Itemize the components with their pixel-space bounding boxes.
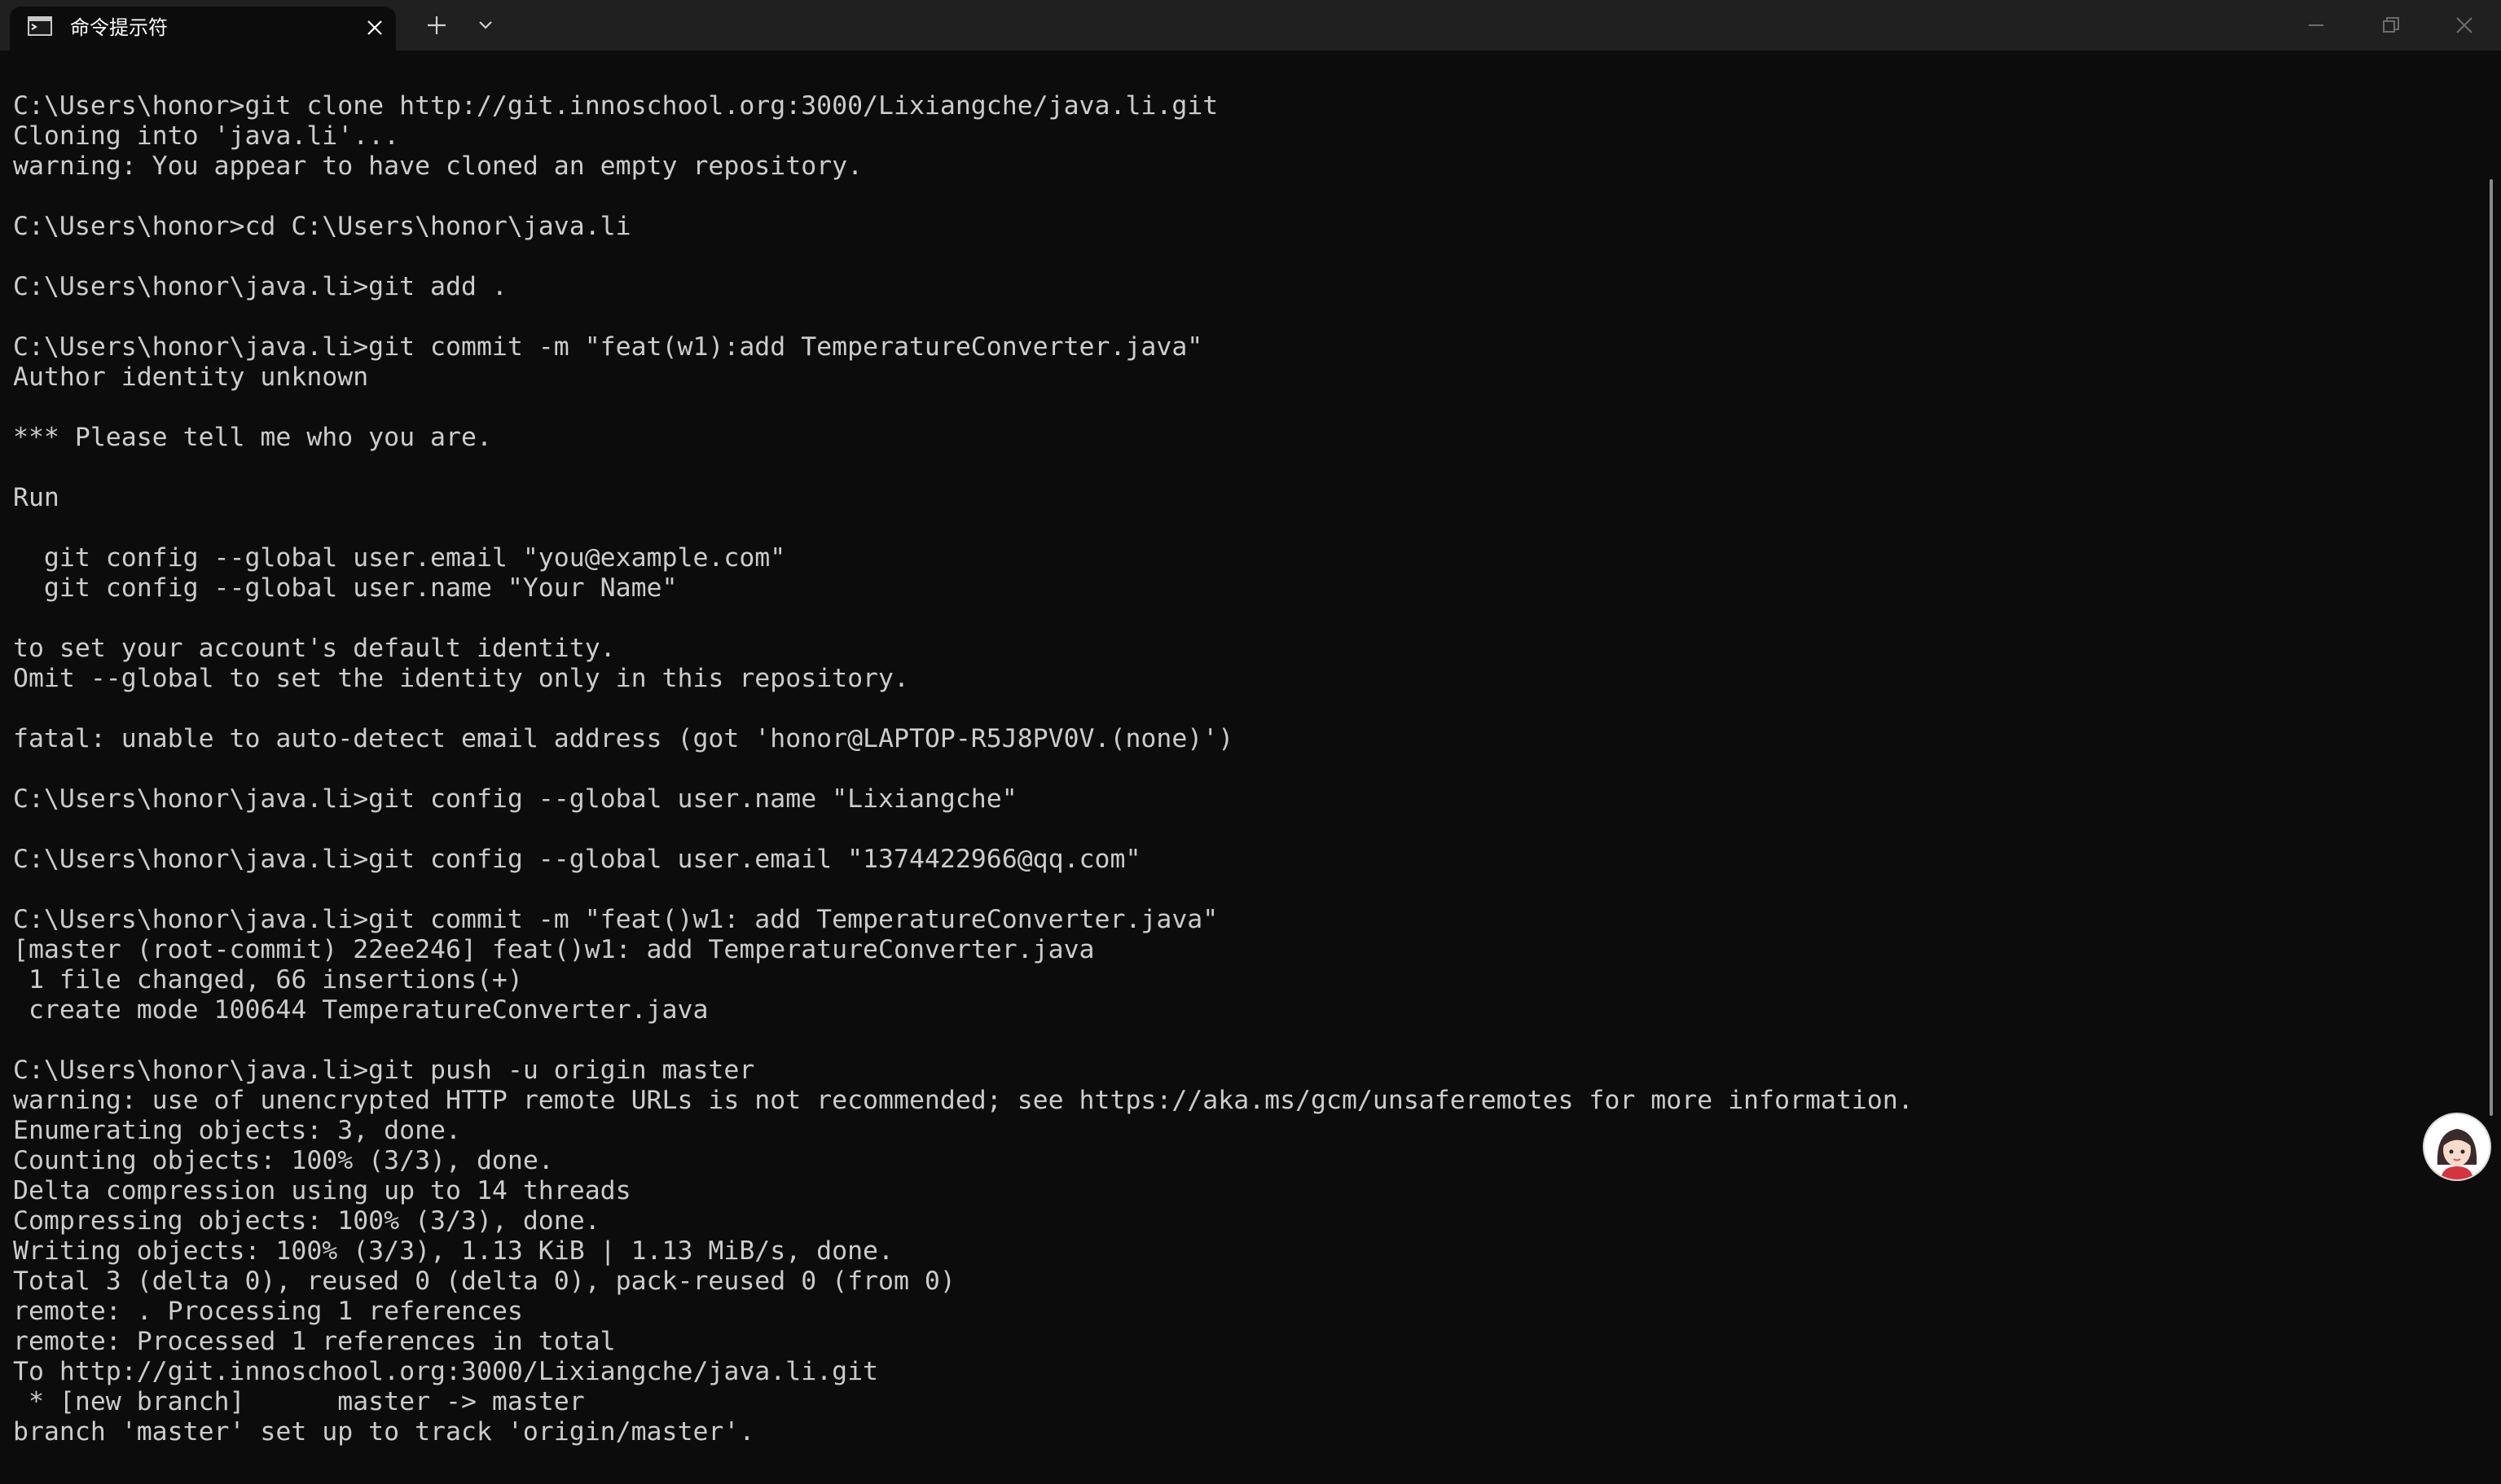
- tab-command-prompt[interactable]: 命令提示符: [10, 7, 396, 50]
- close-icon[interactable]: [2426, 0, 2501, 50]
- close-icon[interactable]: [365, 18, 385, 37]
- minimize-icon[interactable]: [2278, 0, 2353, 50]
- terminal-area[interactable]: C:\Users\honor>git clone http://git.inno…: [0, 50, 2501, 1484]
- plus-icon[interactable]: [420, 11, 453, 39]
- scrollbar[interactable]: [2490, 179, 2493, 1116]
- chevron-down-icon[interactable]: [471, 11, 500, 39]
- terminal-output: C:\Users\honor>git clone http://git.inno…: [13, 91, 1914, 1447]
- tab-title: 命令提示符: [70, 16, 168, 39]
- terminal-icon: [28, 16, 52, 36]
- restore-icon[interactable]: [2353, 0, 2428, 50]
- avatar-icon[interactable]: [2424, 1114, 2490, 1179]
- title-bar: 命令提示符: [0, 0, 2501, 50]
